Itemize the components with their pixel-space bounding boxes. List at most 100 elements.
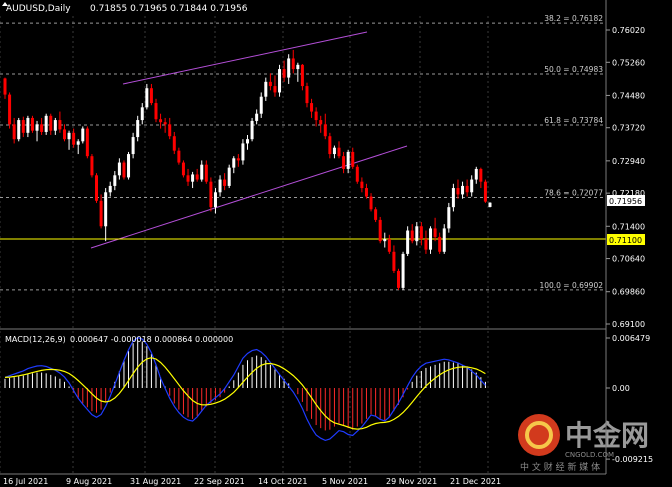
price-tick-label: 0.73720 (612, 124, 645, 133)
candle-body (479, 168, 483, 182)
candle-body (218, 179, 222, 193)
fib-level-label: 61.8 = 0.73784 (544, 116, 603, 125)
candle-body (195, 174, 199, 180)
candle-body (40, 124, 44, 132)
candle-body (127, 154, 131, 178)
price-tick-label: 0.69860 (612, 288, 645, 297)
candle-body (204, 164, 208, 182)
macd-label: MACD(12,26,9) (5, 335, 66, 344)
candle-body (72, 132, 76, 145)
candle-body (332, 147, 336, 155)
candle-body (236, 158, 240, 161)
candle-body (108, 185, 112, 193)
symbol-title: AUDUSD,Daily (6, 4, 71, 14)
time-tick-label: 22 Sep 2021 (194, 477, 245, 486)
candle-body (26, 117, 30, 133)
candle-body (76, 141, 80, 145)
candle-body (483, 181, 487, 202)
current-price-tag: 0.71956 (607, 195, 645, 206)
candle-body (154, 103, 158, 120)
candle-body (419, 226, 423, 240)
time-tick-label: 31 Aug 2021 (130, 477, 181, 486)
candle-body (364, 188, 368, 197)
current-price-value: 0.71956 (609, 197, 642, 206)
candle-body (131, 137, 135, 155)
candle-body (461, 185, 465, 195)
candle-body (90, 156, 94, 176)
candle-body (35, 124, 39, 131)
candle-body (360, 181, 364, 189)
candle-body (287, 58, 291, 78)
candle-body (296, 64, 300, 70)
candle-body (465, 185, 469, 193)
candle-body (337, 147, 341, 157)
price-tick-label: 0.72940 (612, 157, 645, 166)
candle-body (488, 202, 492, 207)
candle-body (67, 132, 71, 140)
candle-body (149, 88, 153, 104)
candle-body (319, 120, 323, 125)
fib-level-label: 50.0 = 0.74983 (544, 65, 603, 74)
price-tick-label: 0.70640 (612, 255, 645, 264)
candle-body (291, 58, 295, 70)
level-price-tag: 0.71100 (607, 234, 645, 245)
candle-body (396, 270, 400, 288)
time-tick-label: 5 Nov 2021 (322, 477, 368, 486)
candle-body (328, 136, 332, 155)
candle-body (95, 175, 99, 201)
candle-body (392, 251, 396, 271)
macd-tick-label: 0.00 (612, 384, 630, 393)
watermark-domain: CNGOLD.COM (565, 451, 614, 459)
candle-body (58, 120, 62, 130)
candle-body (415, 226, 419, 242)
candle-body (429, 228, 433, 250)
candle-body (424, 239, 428, 250)
candle-body (255, 113, 259, 121)
candle-body (456, 188, 460, 195)
candle-body (21, 120, 25, 133)
candle-body (264, 81, 268, 97)
candle-body (300, 64, 304, 87)
candle-body (159, 119, 163, 123)
candle-body (355, 166, 359, 182)
candle-body (282, 69, 286, 78)
candle-body (232, 158, 236, 168)
candle-body (113, 175, 117, 186)
candle-body (49, 115, 53, 131)
candle-body (186, 175, 190, 182)
candle-body (314, 111, 318, 121)
candle-body (163, 122, 167, 125)
candle-body (104, 192, 108, 227)
level-price-value: 0.71100 (609, 236, 642, 245)
candle-body (310, 103, 314, 112)
candle-body (213, 192, 217, 208)
candle-body (342, 156, 346, 169)
candle-body (474, 168, 478, 180)
candle-body (351, 151, 355, 167)
candle-body (62, 129, 66, 140)
candle-body (17, 120, 21, 140)
candle-body (447, 207, 451, 229)
candle-body (44, 115, 48, 132)
candle-body (227, 167, 231, 186)
candle-body (136, 120, 140, 138)
time-tick-label: 16 Jul 2021 (3, 477, 48, 486)
macd-values: 0.000647 -0.000018 0.000864 0.000000 (70, 335, 233, 344)
candle-body (433, 228, 437, 237)
candle-body (172, 136, 176, 151)
candle-body (140, 107, 144, 121)
candle-body (470, 179, 474, 193)
candle-body (209, 181, 213, 208)
price-tick-label: 0.74480 (612, 91, 645, 100)
candle-body (181, 162, 185, 176)
candle-body (223, 179, 227, 186)
candle-body (273, 86, 277, 93)
watermark-brand: 中金网 (565, 419, 649, 452)
time-tick-label: 21 Dec 2021 (450, 477, 501, 486)
ohlc-values: 0.71855 0.71965 0.71844 0.71956 (90, 4, 248, 14)
candle-body (117, 162, 121, 176)
candle-body (369, 196, 373, 210)
candle-body (12, 124, 16, 140)
candle-body (374, 209, 378, 220)
candle-body (30, 117, 34, 131)
